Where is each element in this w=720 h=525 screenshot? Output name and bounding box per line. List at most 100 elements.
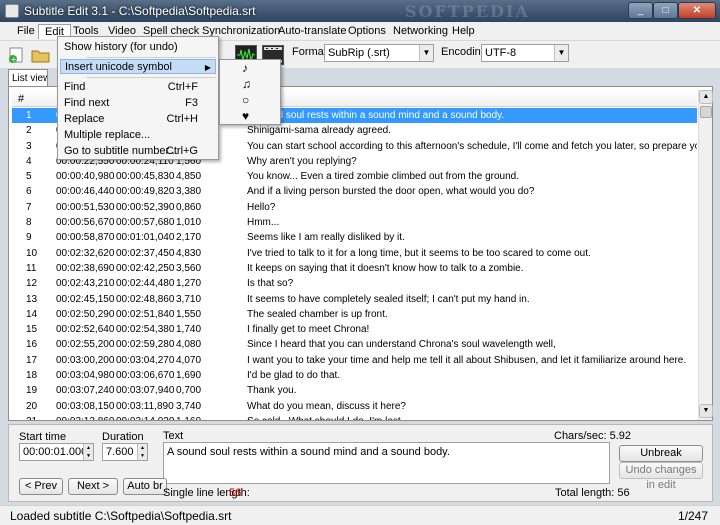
table-row[interactable]: 20 00:03:08,150 00:03:11,890 3,740 What do y… (12, 399, 697, 414)
cell-start-time: 00:03:12,860 (56, 414, 114, 420)
cell-start-time: 00:02:52,640 (56, 324, 115, 336)
cell-text: It keeps on saying that it doesn't know … (247, 262, 524, 274)
chars-per-sec: Chars/sec: 5.92 (554, 430, 632, 442)
table-row[interactable]: 9 00:00:58,870 00:01:01,040 2,170 Seems like… (12, 230, 697, 245)
menu-item-show-history[interactable]: Show history (for undo) (60, 40, 216, 55)
scroll-thumb[interactable] (700, 106, 712, 118)
auto-br-button[interactable]: Auto br (123, 478, 167, 495)
column-header-number[interactable]: # (18, 93, 24, 105)
table-row[interactable]: 6 00:00:46,440 00:00:49,820 3,380 And if a l… (12, 184, 697, 199)
subtitle-position: 1/247 (678, 509, 709, 523)
cell-end-time: 00:00:52,390 (116, 201, 175, 213)
cell-text: And if a living person bursted the door … (247, 186, 535, 198)
table-row[interactable]: 13 00:02:45,150 00:02:48,860 3,710 It seems … (12, 292, 697, 307)
table-row[interactable]: 16 00:02:55,200 00:02:59,280 4,080 Since I h… (12, 337, 697, 352)
menu-file[interactable]: File (11, 24, 41, 39)
spinner-icon[interactable]: ▲ ▼ (83, 444, 93, 460)
symbol-circle-icon[interactable]: ○ (242, 93, 249, 107)
menu-item-go-to-subtitle[interactable]: Go to subtitle number... Ctrl+G (60, 144, 216, 159)
start-time-label: Start time (19, 431, 67, 443)
list-scrollbar[interactable]: ▲ ▼ (698, 90, 713, 420)
unbreak-button[interactable]: Unbreak (619, 445, 703, 462)
cell-number: 8 (26, 217, 32, 229)
encoding-value: UTF-8 (485, 47, 517, 59)
minimize-button[interactable]: _ (628, 2, 653, 19)
table-row[interactable]: 8 00:00:56,670 00:00:57,680 1,010 Hmm... (12, 215, 697, 230)
chevron-down-icon: ▼ (554, 45, 568, 61)
cell-end-time: 00:00:57,680 (116, 217, 175, 229)
menu-options[interactable]: Options (342, 24, 392, 39)
menu-item-find[interactable]: Find Ctrl+F (60, 80, 216, 95)
scroll-up-icon[interactable]: ▲ (699, 90, 713, 104)
cell-text: Thank you. (247, 385, 297, 397)
single-line-length-value: 56 (229, 487, 242, 499)
cell-text: Hello? (247, 201, 276, 213)
open-icon[interactable] (30, 45, 52, 65)
table-row[interactable]: 7 00:00:51,530 00:00:52,390 0,860 Hello? (12, 200, 697, 215)
cell-duration: 3,380 (176, 186, 202, 198)
spinner-icon[interactable]: ▲ ▼ (137, 444, 147, 460)
symbol-heart-icon[interactable]: ♥ (242, 109, 249, 123)
format-select[interactable]: SubRip (.srt) ▼ (324, 44, 434, 62)
maximize-button[interactable]: □ (653, 2, 678, 19)
table-row[interactable]: 17 00:03:00,200 00:03:04,270 4,070 I want yo… (12, 353, 697, 368)
table-row[interactable]: 18 00:03:04,980 00:03:06,670 1,690 I'd be gl… (12, 368, 697, 383)
cell-text: Why aren't you replying? (247, 155, 357, 167)
tab-list-view[interactable]: List view (8, 69, 48, 87)
scroll-down-icon[interactable]: ▼ (699, 404, 713, 418)
edit-menu-dropdown: Show history (for undo) Insert unicode s… (57, 36, 219, 160)
table-row[interactable]: 11 00:02:38,690 00:02:42,250 3,560 It keeps … (12, 261, 697, 276)
cell-start-time: 00:03:08,150 (56, 400, 115, 412)
cell-end-time: 00:02:48,860 (116, 293, 175, 305)
status-message: Loaded subtitle C:\Softpedia\Softpedia.s… (10, 509, 232, 523)
cell-start-time: 00:02:55,200 (56, 339, 115, 351)
menu-item-shortcut: Ctrl+H (166, 113, 198, 125)
cell-number: 3 (26, 140, 32, 152)
table-row[interactable]: 10 00:02:32,620 00:02:37,450 4,830 I've trie… (12, 246, 697, 261)
menu-item-shortcut: F3 (185, 97, 198, 109)
menu-item-shortcut: Ctrl+G (165, 145, 198, 157)
menu-item-insert-unicode-symbol[interactable]: Insert unicode symbol ▶ (60, 59, 216, 74)
table-row[interactable]: 14 00:02:50,290 00:02:51,840 1,550 The seale… (12, 307, 697, 322)
duration-input[interactable]: 7.600 ▲ ▼ (102, 443, 148, 461)
duration-value: 7.600 (106, 446, 134, 458)
submenu-arrow-icon: ▶ (204, 63, 211, 72)
cell-duration: 3,740 (176, 400, 202, 412)
menu-item-multiple-replace[interactable]: Multiple replace... (60, 128, 216, 143)
menu-item-label: Go to subtitle number... (64, 145, 178, 157)
cell-duration: 1,010 (176, 217, 202, 229)
app-icon (5, 4, 19, 18)
start-time-input[interactable]: 00:00:01.000 ▲ ▼ (19, 443, 94, 461)
menu-help[interactable]: Help (446, 24, 481, 39)
close-button[interactable]: ✕ (678, 2, 716, 19)
cell-duration: 4,070 (176, 354, 202, 366)
table-row[interactable]: 15 00:02:52,640 00:02:54,380 1,740 I finally… (12, 322, 697, 337)
table-row[interactable]: 19 00:03:07,240 00:03:07,940 0,700 Thank you… (12, 383, 697, 398)
symbol-notes-icon[interactable]: ♫ (242, 77, 251, 91)
cell-number: 4 (26, 155, 32, 167)
table-row[interactable]: 5 00:00:40,980 00:00:45,830 4,850 You know..… (12, 169, 697, 184)
cell-start-time: 00:02:50,290 (56, 308, 115, 320)
subtitle-text-input[interactable]: A sound soul rests within a sound mind a… (163, 442, 610, 484)
prev-button[interactable]: < Prev (19, 478, 63, 495)
cell-number: 20 (26, 400, 38, 412)
new-icon[interactable]: + (5, 45, 27, 65)
encoding-select[interactable]: UTF-8 ▼ (481, 44, 569, 62)
menu-item-replace[interactable]: Replace Ctrl+H (60, 112, 216, 127)
cell-number: 14 (26, 308, 38, 320)
cell-end-time: 00:03:14,020 (116, 414, 174, 420)
svg-text:+: + (11, 55, 18, 64)
undo-changes-button[interactable]: Undo changes in edit (619, 462, 703, 491)
cell-end-time: 00:03:04,270 (116, 354, 175, 366)
symbol-note-icon[interactable]: ♪ (242, 61, 248, 75)
menu-item-find-next[interactable]: Find next F3 (60, 96, 216, 111)
table-row[interactable]: 12 00:02:43,210 00:02:44,480 1,270 Is that s… (12, 276, 697, 291)
cell-duration: 1,550 (176, 308, 202, 320)
next-button[interactable]: Next > (68, 478, 118, 495)
menu-networking[interactable]: Networking (387, 24, 454, 39)
table-row[interactable]: 21 00:03:12,86000:03:14,0201,160 So cold..… (12, 414, 697, 420)
cell-end-time: 00:02:44,480 (116, 278, 175, 290)
menu-auto-translate[interactable]: Auto-translate (272, 24, 352, 39)
cell-end-time: 00:02:37,450 (116, 247, 175, 259)
cell-duration: 1,270 (176, 278, 202, 290)
